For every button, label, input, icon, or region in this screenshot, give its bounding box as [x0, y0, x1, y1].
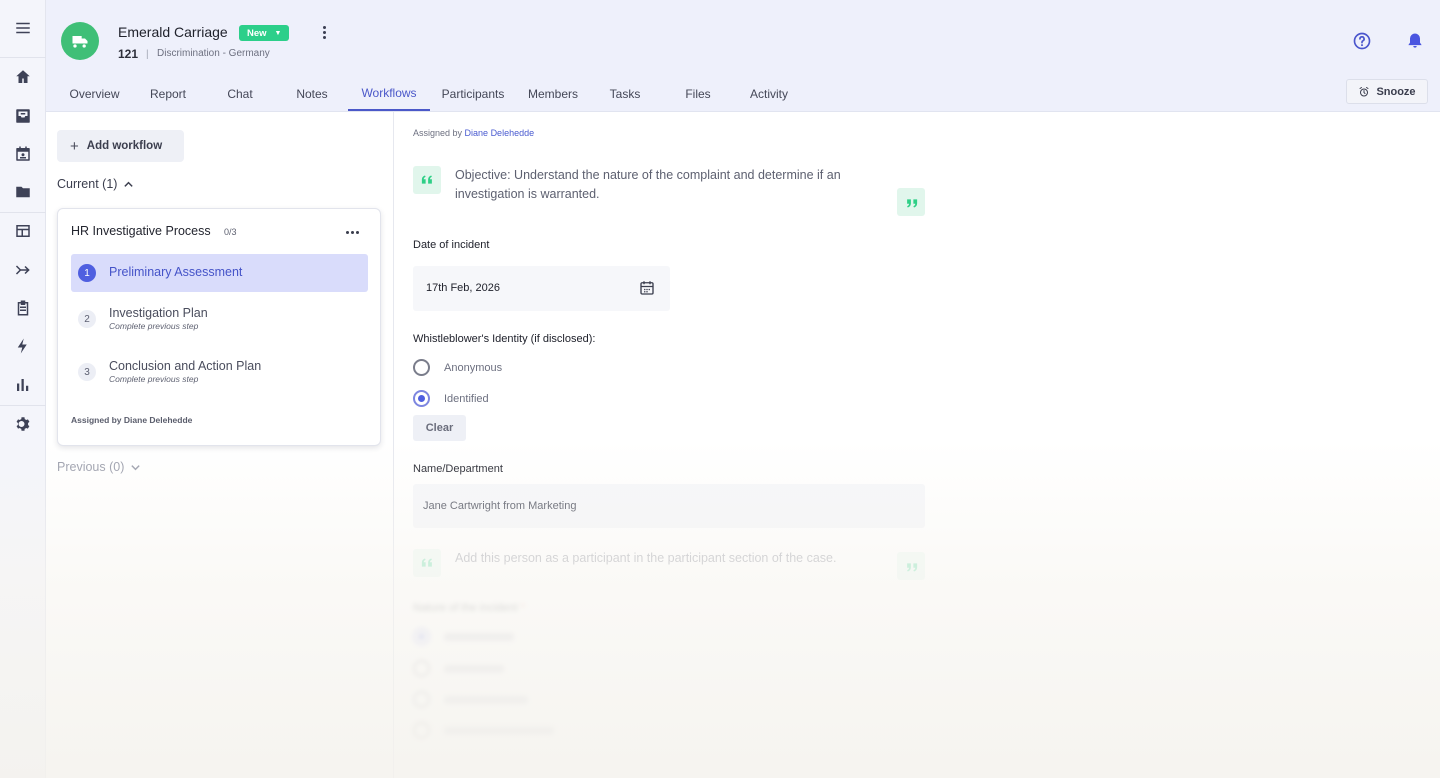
add-workflow-button[interactable]: + Add workflow [57, 130, 184, 162]
inbox-icon[interactable] [0, 97, 46, 135]
radio-button[interactable] [413, 390, 430, 407]
case-title: Emerald Carriage [118, 24, 228, 40]
radio-option[interactable] [413, 722, 554, 739]
add-workflow-label: Add workflow [86, 140, 163, 152]
workflow-step-2[interactable]: 2 Investigation Plan Complete previous s… [71, 300, 368, 338]
left-nav-rail [0, 0, 46, 778]
divider: | [146, 49, 149, 60]
folder-icon[interactable] [0, 173, 46, 211]
tab-participants[interactable]: Participants [438, 76, 508, 111]
tab-workflows[interactable]: Workflows [348, 76, 430, 111]
workflow-assigned-by: Assigned by Diane Delehedde [71, 415, 193, 425]
case-subtitle: Discrimination - Germany [157, 48, 270, 59]
objective-quote: Objective: Understand the nature of the … [413, 166, 925, 218]
radio-label: Identified [444, 392, 489, 405]
tab-activity[interactable]: Activity [744, 76, 794, 111]
tab-files[interactable]: Files [678, 76, 718, 111]
quote-close-icon [897, 188, 925, 216]
status-dropdown[interactable]: New ▼ [239, 25, 290, 41]
tab-chat[interactable]: Chat [218, 76, 262, 111]
case-number: 121 [118, 47, 139, 61]
current-label: Current (1) [57, 177, 118, 191]
workflow-step-3[interactable]: 3 Conclusion and Action Plan Complete pr… [71, 353, 368, 391]
radio-identified[interactable]: Identified [413, 390, 489, 407]
step-label: Conclusion and Action Plan [109, 359, 262, 373]
more-horizontal-icon[interactable] [346, 231, 359, 234]
date-value: 17th Feb, 2026 [426, 282, 501, 294]
objective-text: Objective: Understand the nature of the … [455, 168, 841, 201]
workflow-step-form: Assigned by Diane Delehedde Objective: U… [394, 112, 1440, 778]
tab-report[interactable]: Report [142, 76, 194, 111]
date-label: Date of incident [413, 239, 490, 251]
workflow-step-1[interactable]: 1 Preliminary Assessment [71, 254, 368, 292]
step-sublabel: Complete previous step [109, 374, 199, 384]
participant-note-quote: Add this person as a participant in the … [413, 549, 925, 580]
workflow-title: HR Investigative Process [71, 224, 211, 238]
alarm-clock-icon [1359, 86, 1369, 96]
name-department-label: Name/Department [413, 463, 503, 475]
merge-icon[interactable] [0, 251, 46, 289]
status-label: New [247, 27, 267, 39]
tab-tasks[interactable]: Tasks [604, 76, 646, 111]
previous-workflows-toggle[interactable]: Previous (0) [57, 460, 141, 474]
assigned-user-link[interactable]: Diane Delehedde [465, 128, 535, 138]
radio-button[interactable] [413, 359, 430, 376]
menu-icon[interactable] [0, 9, 46, 47]
more-vertical-icon[interactable] [316, 22, 332, 42]
bolt-icon[interactable] [0, 327, 46, 365]
radio-option[interactable] [413, 628, 514, 645]
case-header: Emerald Carriage New ▼ 121 | Discriminat… [46, 0, 1440, 112]
step-label: Preliminary Assessment [109, 265, 243, 279]
step-sublabel: Complete previous step [109, 321, 199, 331]
date-picker-input[interactable]: 17th Feb, 2026 [413, 266, 670, 311]
previous-label: Previous (0) [57, 460, 125, 474]
tab-overview[interactable]: Overview [62, 76, 127, 111]
table-icon[interactable] [0, 212, 46, 250]
clear-button[interactable]: Clear [413, 415, 466, 441]
calendar-icon[interactable] [638, 279, 656, 297]
help-icon[interactable] [1352, 31, 1372, 51]
tab-members[interactable]: Members [522, 76, 584, 111]
assigned-prefix: Assigned by [413, 128, 463, 138]
quote-open-icon [413, 166, 441, 194]
workflow-progress: 0/3 [224, 227, 237, 237]
truck-icon [72, 36, 88, 48]
case-avatar [61, 22, 99, 60]
quote-open-icon [413, 549, 441, 577]
calendar-icon[interactable] [0, 135, 46, 173]
gear-icon[interactable] [0, 405, 46, 443]
tab-notes[interactable]: Notes [288, 76, 336, 111]
current-workflows-toggle[interactable]: Current (1) [57, 177, 134, 191]
nature-label: Nature of the incident * [413, 602, 525, 614]
snooze-label: Snooze [1376, 85, 1416, 98]
quote-close-icon [897, 552, 925, 580]
step-number: 3 [78, 363, 96, 381]
chevron-down-icon: ▼ [274, 29, 282, 37]
workflow-panel: + Add workflow Current (1) HR Investigat… [46, 112, 394, 778]
chevron-down-icon [131, 464, 141, 470]
name-department-value: Jane Cartwright from Marketing [423, 500, 577, 512]
radio-anonymous[interactable]: Anonymous [413, 359, 502, 376]
clipboard-icon[interactable] [0, 289, 46, 327]
radio-label: Anonymous [444, 361, 503, 374]
home-icon[interactable] [0, 58, 46, 96]
workflow-card: HR Investigative Process 0/3 1 Prelimina… [57, 208, 381, 446]
chevron-up-icon [124, 181, 134, 187]
bell-icon[interactable] [1405, 31, 1425, 51]
step-number: 2 [78, 310, 96, 328]
participant-note-text: Add this person as a participant in the … [455, 551, 837, 565]
snooze-button[interactable]: Snooze [1346, 79, 1428, 104]
step-number: 1 [78, 264, 96, 282]
radio-option[interactable] [413, 691, 528, 708]
name-department-input[interactable]: Jane Cartwright from Marketing [413, 484, 925, 528]
bar-chart-icon[interactable] [0, 366, 46, 404]
radio-option[interactable] [413, 660, 504, 677]
identity-label: Whistleblower's Identity (if disclosed): [413, 333, 596, 345]
step-label: Investigation Plan [109, 306, 208, 320]
plus-icon: + [70, 137, 79, 155]
form-assigned-by: Assigned by Diane Delehedde [413, 128, 534, 138]
